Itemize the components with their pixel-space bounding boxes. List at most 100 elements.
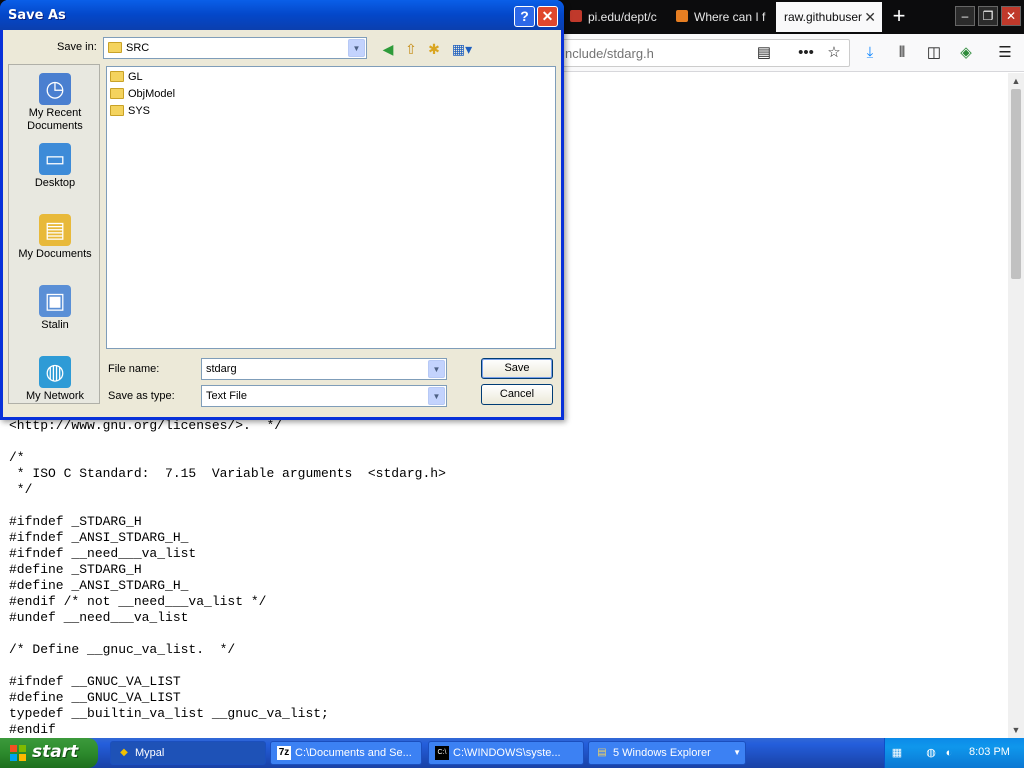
help-button[interactable]: ? bbox=[514, 6, 535, 27]
places-bar: ◷ My Recent Documents ▭ Desktop ▤ My Doc… bbox=[8, 64, 100, 404]
desktop-icon: ▭ bbox=[39, 143, 71, 175]
task-command-prompt[interactable]: C:\ C:\WINDOWS\syste... bbox=[428, 741, 584, 765]
7zip-icon: 7z bbox=[277, 746, 291, 760]
tab-favicon-icon bbox=[570, 10, 582, 22]
file-name-field[interactable]: stdarg ▼ bbox=[201, 358, 447, 380]
folder-icon bbox=[110, 105, 124, 116]
place-label: My Network bbox=[25, 390, 85, 402]
chevron-down-icon[interactable]: ▼ bbox=[733, 742, 741, 764]
list-item[interactable]: ObjModel bbox=[110, 86, 175, 102]
scroll-thumb[interactable] bbox=[1011, 89, 1021, 279]
minimize-button[interactable]: ‒ bbox=[955, 6, 975, 26]
tab-label: pi.edu/dept/c bbox=[588, 10, 657, 24]
view-menu-icon[interactable]: ▦▾ bbox=[449, 40, 475, 58]
file-list[interactable]: GL ObjModel SYS bbox=[106, 66, 556, 349]
url-bar[interactable]: nclude/stdarg.h ▤ ••• ☆ bbox=[540, 39, 850, 67]
task-label: C:\WINDOWS\syste... bbox=[453, 747, 561, 759]
clock: 8:03 PM bbox=[969, 746, 1010, 758]
new-tab-button[interactable]: + bbox=[886, 4, 912, 30]
close-window-button[interactable]: ✕ bbox=[1001, 6, 1021, 26]
page-actions-icon[interactable]: ••• bbox=[797, 44, 815, 62]
save-as-type-dropdown[interactable]: Text File ▼ bbox=[201, 385, 447, 407]
console-icon: C:\ bbox=[435, 746, 449, 760]
chevron-down-icon[interactable]: ▼ bbox=[428, 387, 445, 405]
library-icon[interactable]: ⫴ bbox=[893, 44, 911, 62]
chevron-down-icon[interactable]: ▼ bbox=[428, 360, 445, 378]
save-in-dropdown[interactable]: SRC ▼ bbox=[103, 37, 367, 59]
chevron-down-icon[interactable]: ▼ bbox=[348, 39, 365, 57]
url-text: nclude/stdarg.h bbox=[565, 46, 654, 61]
system-tray: ▦ ◍ ◐ 8:03 PM bbox=[884, 738, 1024, 768]
tab-label: raw.githubuser bbox=[784, 10, 863, 24]
tab-close-icon[interactable]: ✕ bbox=[864, 2, 876, 32]
folder-icon: ▤ bbox=[597, 747, 607, 758]
task-label: Mypal bbox=[135, 747, 165, 759]
recent-documents-icon: ◷ bbox=[39, 73, 71, 105]
place-label: Desktop bbox=[34, 177, 76, 189]
tab-raw-github[interactable]: raw.githubuser ✕ bbox=[776, 2, 882, 32]
list-item[interactable]: SYS bbox=[110, 103, 150, 119]
windows-logo-icon bbox=[10, 745, 26, 761]
tab-rpi[interactable]: pi.edu/dept/c bbox=[562, 2, 664, 32]
cancel-button[interactable]: Cancel bbox=[481, 384, 553, 405]
network-icon: ◍ bbox=[39, 356, 71, 388]
save-button[interactable]: Save bbox=[481, 358, 553, 379]
place-my-network[interactable]: ◍ My Network bbox=[9, 356, 101, 403]
save-as-type-value: Text File bbox=[206, 390, 247, 402]
scroll-down-icon[interactable]: ▼ bbox=[1008, 722, 1024, 738]
task-mypal[interactable]: ◆ Mypal bbox=[110, 741, 266, 765]
folder-icon bbox=[108, 42, 122, 53]
my-documents-icon: ▤ bbox=[39, 214, 71, 246]
new-folder-icon[interactable]: ✱ bbox=[425, 40, 443, 58]
restore-button[interactable]: ❐ bbox=[978, 6, 998, 26]
back-icon[interactable]: ◀ bbox=[379, 40, 397, 58]
tab-favicon-icon bbox=[676, 10, 688, 22]
tab-where-can-i[interactable]: Where can I f bbox=[668, 2, 772, 32]
volume-icon[interactable]: ◐ bbox=[941, 746, 957, 760]
start-label: start bbox=[32, 742, 79, 762]
task-windows-explorer[interactable]: ▤ 5 Windows Explorer ▼ bbox=[588, 741, 746, 765]
up-folder-icon[interactable]: ⇧ bbox=[402, 40, 420, 58]
folder-icon bbox=[110, 71, 124, 82]
save-in-label: Save in: bbox=[57, 41, 97, 53]
sidebar-icon[interactable]: ◫ bbox=[925, 44, 943, 62]
taskbar: start ◆ Mypal 7z C:\Documents and Se... … bbox=[0, 738, 1024, 768]
place-label: Stalin bbox=[41, 319, 69, 331]
extension-icon[interactable]: ◈ bbox=[957, 44, 975, 62]
file-name-value: stdarg bbox=[206, 363, 237, 375]
start-button[interactable]: start bbox=[0, 738, 98, 768]
network-icon[interactable]: ◍ bbox=[923, 746, 939, 760]
place-stalin[interactable]: ▣ Stalin bbox=[9, 285, 101, 332]
folder-name: SYS bbox=[128, 105, 151, 117]
dialog-close-button[interactable]: ✕ bbox=[537, 6, 558, 27]
folder-name: ObjModel bbox=[128, 88, 176, 100]
task-documents[interactable]: 7z C:\Documents and Se... bbox=[270, 741, 422, 765]
downloads-icon[interactable]: ⤓ bbox=[861, 44, 879, 62]
dialog-title: Save As bbox=[8, 8, 66, 23]
folder-icon bbox=[110, 88, 124, 99]
place-my-documents[interactable]: ▤ My Documents bbox=[9, 214, 101, 261]
bookmark-star-icon[interactable]: ☆ bbox=[825, 44, 843, 62]
place-label: My Recent Documents bbox=[27, 107, 83, 132]
place-desktop[interactable]: ▭ Desktop bbox=[9, 143, 101, 190]
file-name-label: File name: bbox=[108, 363, 160, 375]
vertical-scrollbar[interactable]: ▲ ▼ bbox=[1008, 73, 1024, 738]
dialog-titlebar[interactable]: Save As ? ✕ bbox=[0, 0, 564, 30]
tab-label: Where can I f bbox=[694, 10, 766, 24]
source-code-text: <http://www.gnu.org/licenses/>. */ /* * … bbox=[9, 418, 446, 737]
reader-view-icon[interactable]: ▤ bbox=[755, 44, 773, 62]
computer-icon: ▣ bbox=[39, 285, 71, 317]
mypal-icon: ◆ bbox=[120, 747, 128, 758]
keyboard-icon[interactable]: ▦ bbox=[889, 746, 905, 760]
save-as-dialog: Save As ? ✕ Save in: SRC ▼ ◀ ⇧ ✱ ▦▾ ◷ My… bbox=[0, 0, 564, 420]
task-label: 5 Windows Explorer bbox=[613, 747, 711, 759]
save-as-type-label: Save as type: bbox=[108, 390, 175, 402]
place-my-recent-documents[interactable]: ◷ My Recent Documents bbox=[9, 73, 101, 133]
save-in-value: SRC bbox=[126, 42, 150, 54]
list-item[interactable]: GL bbox=[110, 69, 143, 85]
place-label: My Documents bbox=[18, 248, 92, 260]
menu-icon[interactable]: ☰ bbox=[996, 44, 1014, 62]
task-label: C:\Documents and Se... bbox=[295, 747, 412, 759]
scroll-up-icon[interactable]: ▲ bbox=[1008, 73, 1024, 89]
folder-name: GL bbox=[128, 71, 143, 83]
